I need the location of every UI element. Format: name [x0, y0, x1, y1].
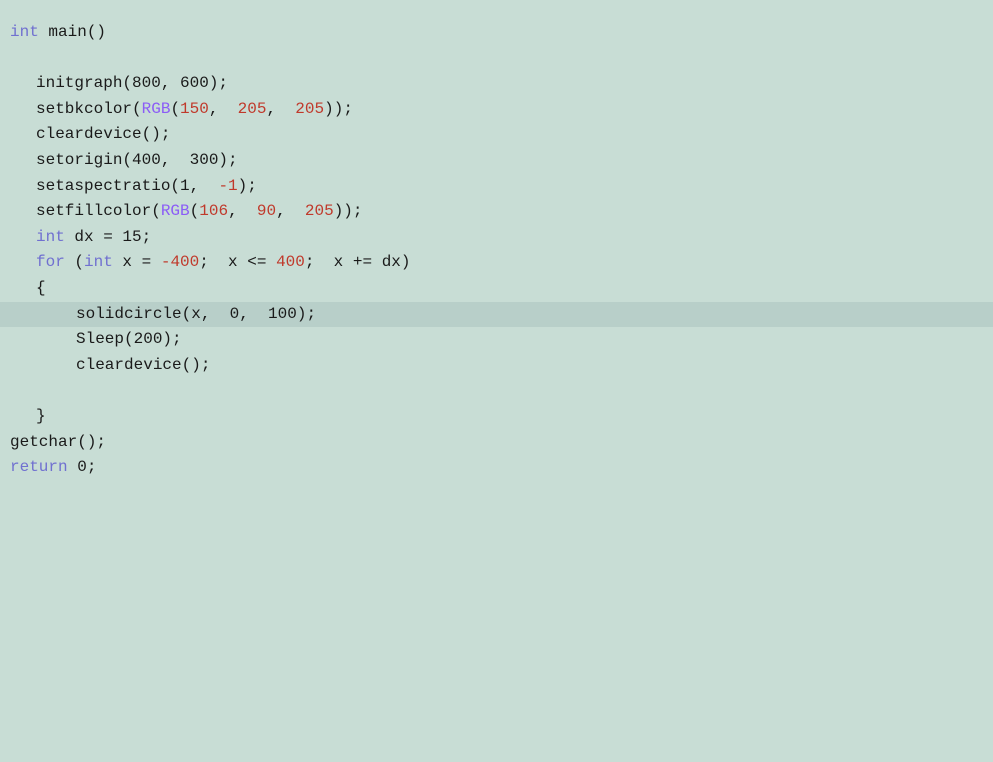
code-line-9: for (int x = -400; x <= 400; x += dx)	[0, 250, 993, 276]
code-text-blank2	[0, 378, 20, 404]
code-line-6: setaspectratio(1, -1);	[0, 174, 993, 200]
code-line-16: return 0;	[0, 455, 993, 481]
code-text-4: cleardevice();	[0, 122, 170, 148]
code-line-4: cleardevice();	[0, 122, 993, 148]
code-line-11: solidcircle(x, 0, 100);	[0, 302, 993, 328]
code-text-3: setbkcolor(RGB(150, 205, 205));	[0, 97, 353, 123]
code-container: int main() initgraph(800, 600); setbkcol…	[0, 0, 993, 762]
code-line-15: getchar();	[0, 430, 993, 456]
code-line-12: Sleep(200);	[0, 327, 993, 353]
code-text-13: cleardevice();	[0, 353, 210, 379]
code-text-6: setaspectratio(1, -1);	[0, 174, 257, 200]
code-line-8: int dx = 15;	[0, 225, 993, 251]
code-line-13: cleardevice();	[0, 353, 993, 379]
code-line-3: setbkcolor(RGB(150, 205, 205));	[0, 97, 993, 123]
code-text-15: getchar();	[0, 430, 106, 456]
code-text-7: setfillcolor(RGB(106, 90, 205));	[0, 199, 363, 225]
code-text-10: {	[0, 276, 46, 302]
code-line-blank2	[0, 378, 993, 404]
code-line-7: setfillcolor(RGB(106, 90, 205));	[0, 199, 993, 225]
code-text-5: setorigin(400, 300);	[0, 148, 238, 174]
code-text-12: Sleep(200);	[0, 327, 182, 353]
code-line-blank1	[0, 46, 993, 72]
code-line-14: }	[0, 404, 993, 430]
code-text-blank1	[0, 46, 20, 72]
code-text-9: for (int x = -400; x <= 400; x += dx)	[0, 250, 411, 276]
code-line-5: setorigin(400, 300);	[0, 148, 993, 174]
code-text-1: int main()	[0, 20, 106, 46]
code-line-2: initgraph(800, 600);	[0, 71, 993, 97]
code-text-8: int dx = 15;	[0, 225, 151, 251]
code-line-1: int main()	[0, 20, 993, 46]
code-text-2: initgraph(800, 600);	[0, 71, 228, 97]
code-text-16: return 0;	[0, 455, 96, 481]
code-line-10: {	[0, 276, 993, 302]
code-text-14: }	[0, 404, 46, 430]
code-text-11: solidcircle(x, 0, 100);	[0, 302, 316, 328]
